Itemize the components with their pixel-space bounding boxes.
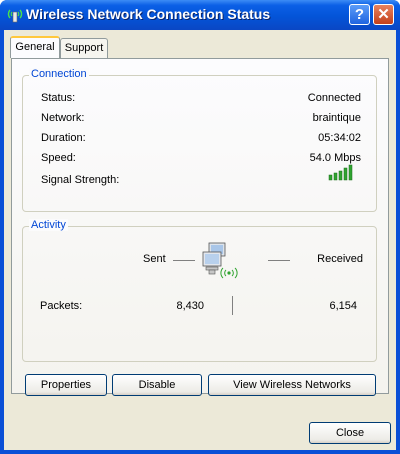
wireless-network-icon — [7, 9, 23, 23]
received-line — [268, 260, 290, 261]
activity-group: Activity Sent Received Packets: 8,430 6,… — [22, 219, 377, 362]
status-label: Status: — [41, 92, 76, 104]
network-value: braintique — [312, 112, 361, 124]
close-button[interactable]: Close — [309, 422, 391, 444]
packets-label: Packets: — [40, 300, 83, 312]
signal-bar — [343, 167, 348, 181]
signal-bar — [338, 170, 343, 181]
disable-button[interactable]: Disable — [112, 374, 202, 396]
tab-support[interactable]: Support — [60, 38, 108, 58]
help-button[interactable]: ? — [349, 4, 370, 25]
tab-page-general: Connection Status: Connected Network: br… — [11, 58, 389, 394]
close-window-button[interactable]: ✕ — [373, 4, 394, 25]
signal-bar — [333, 172, 338, 181]
network-computers-icon — [202, 242, 238, 279]
dialog-client: General Support Connection Status: Conne… — [4, 30, 396, 450]
status-value: Connected — [307, 92, 361, 104]
signal-bar — [348, 164, 353, 181]
packets-sent-value: 8,430 — [176, 300, 204, 312]
window: Wireless Network Connection Status ? ✕ G… — [0, 0, 400, 454]
sent-label: Sent — [143, 253, 166, 265]
duration-label: Duration: — [41, 132, 86, 144]
signal-strength-label: Signal Strength: — [41, 174, 120, 186]
activity-group-label: Activity — [29, 219, 68, 231]
duration-value: 05:34:02 — [318, 132, 361, 144]
connection-group: Connection Status: Connected Network: br… — [22, 68, 377, 212]
properties-button[interactable]: Properties — [25, 374, 107, 396]
sent-line — [173, 260, 195, 261]
connection-group-label: Connection — [29, 68, 89, 80]
received-label: Received — [317, 253, 363, 265]
network-label: Network: — [41, 112, 85, 124]
signal-bar — [328, 174, 333, 181]
packets-received-value: 6,154 — [329, 300, 357, 312]
speed-label: Speed: — [41, 152, 76, 164]
title-bar[interactable]: Wireless Network Connection Status ? ✕ — [0, 0, 400, 30]
signal-strength-icon — [328, 164, 353, 181]
tab-general[interactable]: General — [10, 36, 60, 58]
packets-divider — [232, 296, 233, 315]
window-title: Wireless Network Connection Status — [26, 6, 271, 22]
view-wireless-networks-button[interactable]: View Wireless Networks — [208, 374, 376, 396]
